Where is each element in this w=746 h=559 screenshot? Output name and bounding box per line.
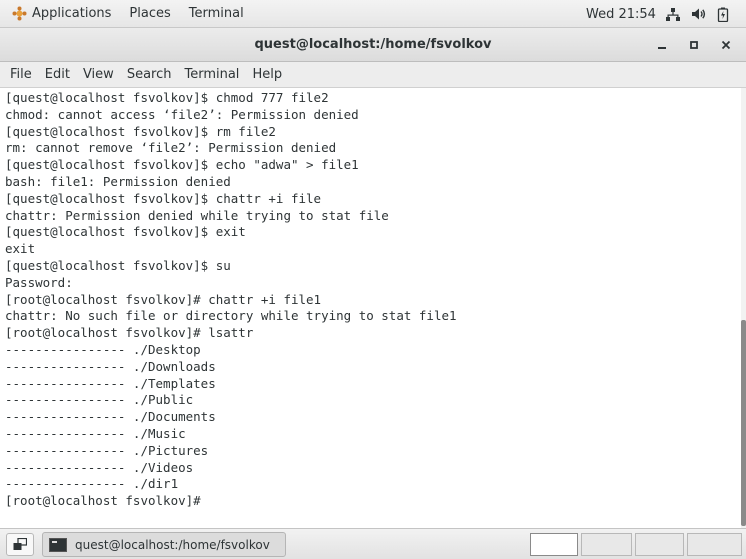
menu-view[interactable]: View [76,67,120,82]
applications-label: Applications [32,6,112,21]
bottom-taskbar: quest@localhost:/home/fsvolkov [0,528,746,559]
terminal-prompt-line: [root@localhost fsvolkov]# [5,493,209,509]
terminal-line: ---------------- ./Downloads [5,358,216,374]
terminal-line: [quest@localhost fsvolkov]$ chmod 777 fi… [5,90,329,105]
terminal-output[interactable]: [quest@localhost fsvolkov]$ chmod 777 fi… [0,88,741,528]
terminal-line: [root@localhost fsvolkov]# lsattr [5,325,254,341]
terminal-line: ---------------- ./Documents [5,409,216,425]
places-menu[interactable]: Places [120,0,179,27]
workspace-3[interactable] [635,533,684,556]
clock[interactable]: Wed 21:54 [586,0,656,28]
terminal-line: [quest@localhost fsvolkov]$ rm file2 [5,123,276,139]
system-tray[interactable] [665,0,731,28]
window-title: quest@localhost:/home/fsvolkov [254,37,492,52]
terminal-line: chattr: No such file or directory while … [5,308,457,324]
terminal-line: ---------------- ./Pictures [5,442,209,458]
window-titlebar[interactable]: quest@localhost:/home/fsvolkov [0,28,746,62]
terminal-line: [quest@localhost fsvolkov]$ su [5,257,231,273]
close-button[interactable] [712,34,740,56]
battery-icon[interactable] [715,6,731,22]
maximize-button[interactable] [680,34,708,56]
menu-edit[interactable]: Edit [38,67,76,82]
show-desktop-icon [13,538,27,550]
top-panel: Applications Places Terminal Wed 21:54 [0,0,746,28]
terminal-app-menu[interactable]: Terminal [180,0,253,27]
applications-menu[interactable]: Applications [12,0,120,27]
terminal-line: [quest@localhost fsvolkov]$ exit [5,224,246,240]
menu-file[interactable]: File [3,67,38,82]
terminal-line: rm: cannot remove ‘file2’: Permission de… [5,140,337,156]
terminal-line: [quest@localhost fsvolkov]$ chattr +i fi… [5,190,322,206]
terminal-line: Password: [5,274,73,290]
minimize-button[interactable] [648,34,676,56]
workspace-2[interactable] [581,533,632,556]
terminal-line: ---------------- ./Templates [5,375,216,391]
terminal-line: [root@localhost fsvolkov]# chattr +i fil… [5,291,322,307]
show-desktop-button[interactable] [6,533,34,556]
terminal-line: chattr: Permission denied while trying t… [5,207,389,223]
terminal-icon [49,537,67,552]
terminal-scrollbar[interactable] [741,88,746,528]
terminal-line: ---------------- ./Videos [5,459,194,475]
terminal-line: ---------------- ./Public [5,392,194,408]
terminal-line: [quest@localhost fsvolkov]$ echo "adwa" … [5,157,359,173]
volume-icon[interactable] [690,6,706,22]
window-controls [648,28,740,62]
terminal-line: ---------------- ./dir1 [5,476,179,492]
terminal-line: chmod: cannot access ‘file2’: Permission… [5,106,359,122]
scrollbar-thumb[interactable] [741,320,746,526]
menu-search[interactable]: Search [120,67,178,82]
terminal-line: ---------------- ./Music [5,425,186,441]
menu-bar: File Edit View Search Terminal Help [0,62,746,88]
taskbar-window-label: quest@localhost:/home/fsvolkov [75,537,270,552]
terminal-line: exit [5,241,36,257]
terminal-line: bash: file1: Permission denied [5,173,231,189]
menu-terminal[interactable]: Terminal [177,67,245,82]
workspace-4[interactable] [687,533,742,556]
terminal-line: ---------------- ./Desktop [5,341,201,357]
applications-icon [12,6,27,21]
panel-menu: Applications Places Terminal [0,0,253,27]
taskbar-window-button[interactable]: quest@localhost:/home/fsvolkov [42,532,286,557]
network-icon[interactable] [665,6,681,22]
workspace-1[interactable] [530,533,578,556]
menu-help[interactable]: Help [245,67,288,82]
